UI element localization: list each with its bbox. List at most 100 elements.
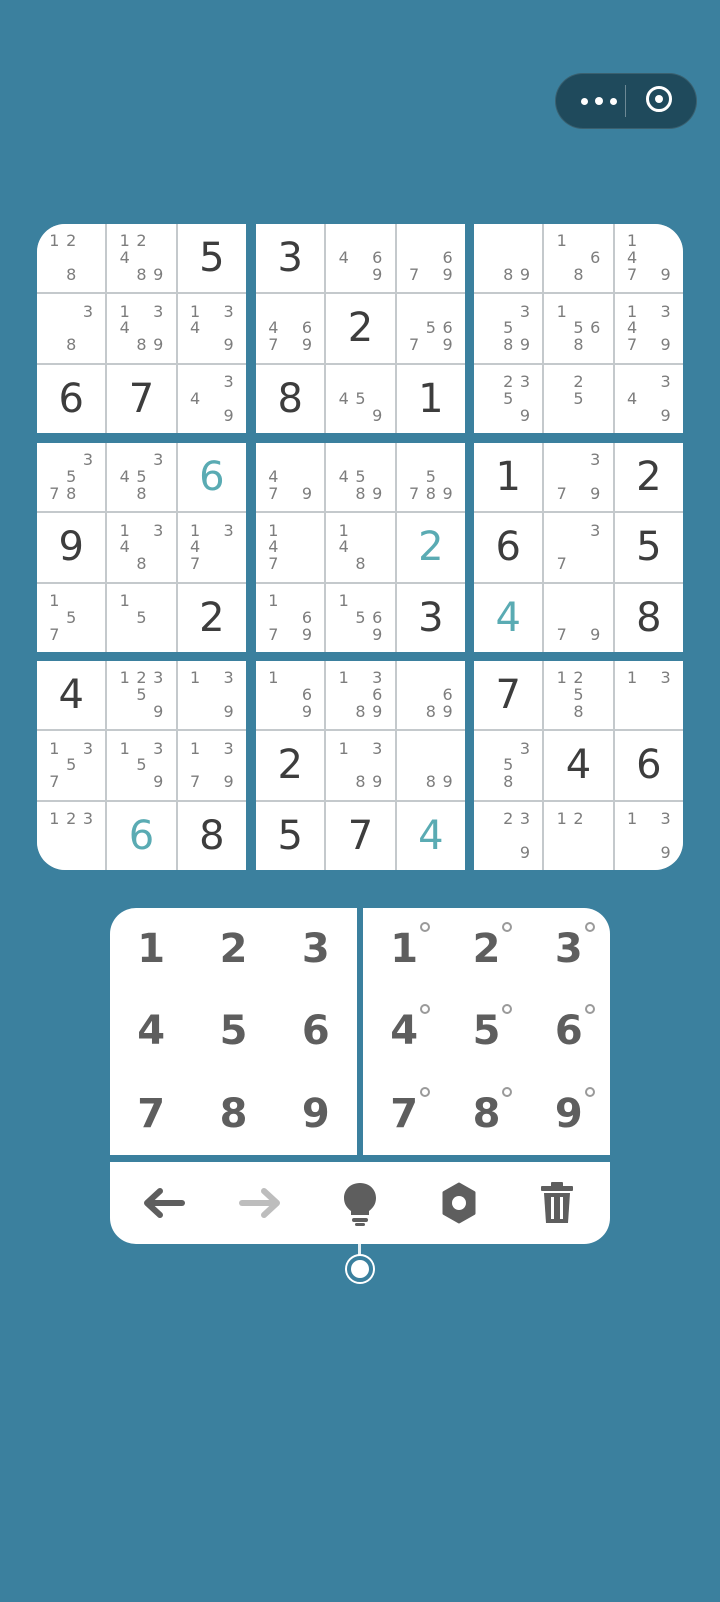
sudoku-cell[interactable]: 7 xyxy=(107,364,176,433)
sudoku-cell[interactable]: 2 xyxy=(614,443,683,512)
sudoku-cell[interactable]: 79 xyxy=(544,583,613,652)
sudoku-cell[interactable]: 13479 xyxy=(614,294,683,363)
number-key[interactable]: 1 xyxy=(110,908,192,990)
sudoku-cell[interactable]: 4 xyxy=(396,801,465,870)
sudoku-cell[interactable]: 1348 xyxy=(107,513,176,582)
sudoku-cell[interactable]: 12489 xyxy=(107,224,176,293)
sudoku-cell[interactable]: 1479 xyxy=(614,224,683,293)
sudoku-cell[interactable]: 3 7 9 xyxy=(544,443,613,512)
note-key[interactable]: 3 xyxy=(528,908,610,990)
sudoku-cell[interactable]: 6 xyxy=(474,513,543,582)
sudoku-cell[interactable]: 8 xyxy=(256,364,325,433)
sudoku-cell[interactable]: 12 xyxy=(544,801,613,870)
sudoku-cell[interactable]: 459 xyxy=(326,364,395,433)
sudoku-cell[interactable]: 23 9 xyxy=(474,801,543,870)
note-key[interactable]: 4 xyxy=(363,990,445,1072)
sudoku-cell[interactable]: 1 357 xyxy=(37,731,106,800)
sudoku-cell[interactable]: 6 xyxy=(614,731,683,800)
note-key[interactable]: 7 xyxy=(363,1073,445,1155)
sudoku-cell[interactable]: 2359 xyxy=(474,364,543,433)
sudoku-cell[interactable]: 3578 xyxy=(37,443,106,512)
sudoku-cell[interactable]: 1258 xyxy=(544,661,613,730)
number-key[interactable]: 4 xyxy=(110,990,192,1072)
sudoku-cell[interactable]: 13689 xyxy=(326,661,395,730)
sudoku-cell[interactable]: 3589 xyxy=(474,294,543,363)
sudoku-cell[interactable]: 2 xyxy=(177,583,246,652)
sudoku-cell[interactable]: 37 xyxy=(544,513,613,582)
sudoku-cell[interactable]: 38 xyxy=(37,294,106,363)
number-key[interactable]: 8 xyxy=(192,1073,274,1155)
sudoku-cell[interactable]: 4 xyxy=(544,731,613,800)
sudoku-cell[interactable]: 89 xyxy=(474,224,543,293)
sudoku-cell[interactable]: 4 xyxy=(474,583,543,652)
sudoku-cell[interactable]: 147 xyxy=(256,513,325,582)
sudoku-cell[interactable]: 89 xyxy=(396,731,465,800)
sudoku-cell[interactable]: 1 359 xyxy=(107,731,176,800)
undo-button[interactable] xyxy=(132,1172,194,1234)
sudoku-cell[interactable]: 2 xyxy=(326,294,395,363)
sudoku-cell[interactable]: 469 xyxy=(326,224,395,293)
sudoku-cell[interactable]: 157 xyxy=(37,583,106,652)
sudoku-cell[interactable]: 3 xyxy=(396,583,465,652)
sudoku-cell[interactable]: 13489 xyxy=(107,294,176,363)
sudoku-cell[interactable]: 2 xyxy=(396,513,465,582)
panel-slider-knob[interactable] xyxy=(347,1256,373,1282)
sudoku-cell[interactable]: 12359 xyxy=(107,661,176,730)
sudoku-cell[interactable]: 1349 xyxy=(177,294,246,363)
sudoku-cell[interactable]: 1 3 7 9 xyxy=(177,731,246,800)
sudoku-cell[interactable]: 2 xyxy=(256,731,325,800)
sudoku-cell[interactable]: 1569 xyxy=(326,583,395,652)
sudoku-cell[interactable]: 3 4 9 xyxy=(614,364,683,433)
sudoku-cell[interactable]: 8 xyxy=(614,583,683,652)
sudoku-cell[interactable]: 5 xyxy=(256,801,325,870)
sudoku-cell[interactable]: 5 xyxy=(177,224,246,293)
sudoku-cell[interactable]: 7 xyxy=(474,661,543,730)
sudoku-cell[interactable]: 1679 xyxy=(256,583,325,652)
sudoku-cell[interactable]: 5679 xyxy=(396,294,465,363)
sudoku-cell[interactable]: 3 xyxy=(256,224,325,293)
note-key[interactable]: 9 xyxy=(528,1073,610,1155)
sudoku-cell[interactable]: 8 xyxy=(177,801,246,870)
note-key[interactable]: 1 xyxy=(363,908,445,990)
sudoku-cell[interactable]: 12 8 xyxy=(37,224,106,293)
sudoku-cell[interactable]: 1 xyxy=(396,364,465,433)
sudoku-cell[interactable]: 1 68 xyxy=(544,224,613,293)
sudoku-cell[interactable]: 1 3 9 xyxy=(614,801,683,870)
note-key[interactable]: 6 xyxy=(528,990,610,1072)
sudoku-cell[interactable]: 3458 xyxy=(107,443,176,512)
hint-button[interactable] xyxy=(329,1172,391,1234)
sudoku-cell[interactable]: 1568 xyxy=(544,294,613,363)
sudoku-cell[interactable]: 358 xyxy=(474,731,543,800)
number-key[interactable]: 7 xyxy=(110,1073,192,1155)
sudoku-cell[interactable]: 679 xyxy=(396,224,465,293)
sudoku-cell[interactable]: 6 xyxy=(177,443,246,512)
sudoku-cell[interactable]: 13 xyxy=(614,661,683,730)
redo-button[interactable] xyxy=(230,1172,292,1234)
sudoku-cell[interactable]: 169 xyxy=(256,661,325,730)
sudoku-cell[interactable]: 5 xyxy=(614,513,683,582)
sudoku-cell[interactable]: 7 xyxy=(326,801,395,870)
note-key[interactable]: 2 xyxy=(445,908,527,990)
erase-button[interactable] xyxy=(526,1172,588,1234)
sudoku-cell[interactable]: 3 4 9 xyxy=(177,364,246,433)
sudoku-cell[interactable]: 4679 xyxy=(256,294,325,363)
note-key[interactable]: 5 xyxy=(445,990,527,1072)
sudoku-cell[interactable]: 15 xyxy=(107,583,176,652)
sudoku-cell[interactable]: 1 xyxy=(474,443,543,512)
settings-button[interactable] xyxy=(428,1172,490,1234)
sudoku-cell[interactable]: 689 xyxy=(396,661,465,730)
sudoku-cell[interactable]: 148 xyxy=(326,513,395,582)
sudoku-cell[interactable]: 4589 xyxy=(326,443,395,512)
sudoku-cell[interactable]: 1347 xyxy=(177,513,246,582)
number-key[interactable]: 6 xyxy=(275,990,357,1072)
sudoku-cell[interactable]: 1 389 xyxy=(326,731,395,800)
sudoku-cell[interactable]: 6 xyxy=(107,801,176,870)
more-dots-icon[interactable] xyxy=(575,91,625,111)
number-key[interactable]: 3 xyxy=(275,908,357,990)
number-key[interactable]: 2 xyxy=(192,908,274,990)
sudoku-cell[interactable]: 479 xyxy=(256,443,325,512)
sudoku-cell[interactable]: 9 xyxy=(37,513,106,582)
sudoku-cell[interactable]: 25 xyxy=(544,364,613,433)
number-key[interactable]: 5 xyxy=(192,990,274,1072)
sudoku-cell[interactable]: 4 xyxy=(37,661,106,730)
